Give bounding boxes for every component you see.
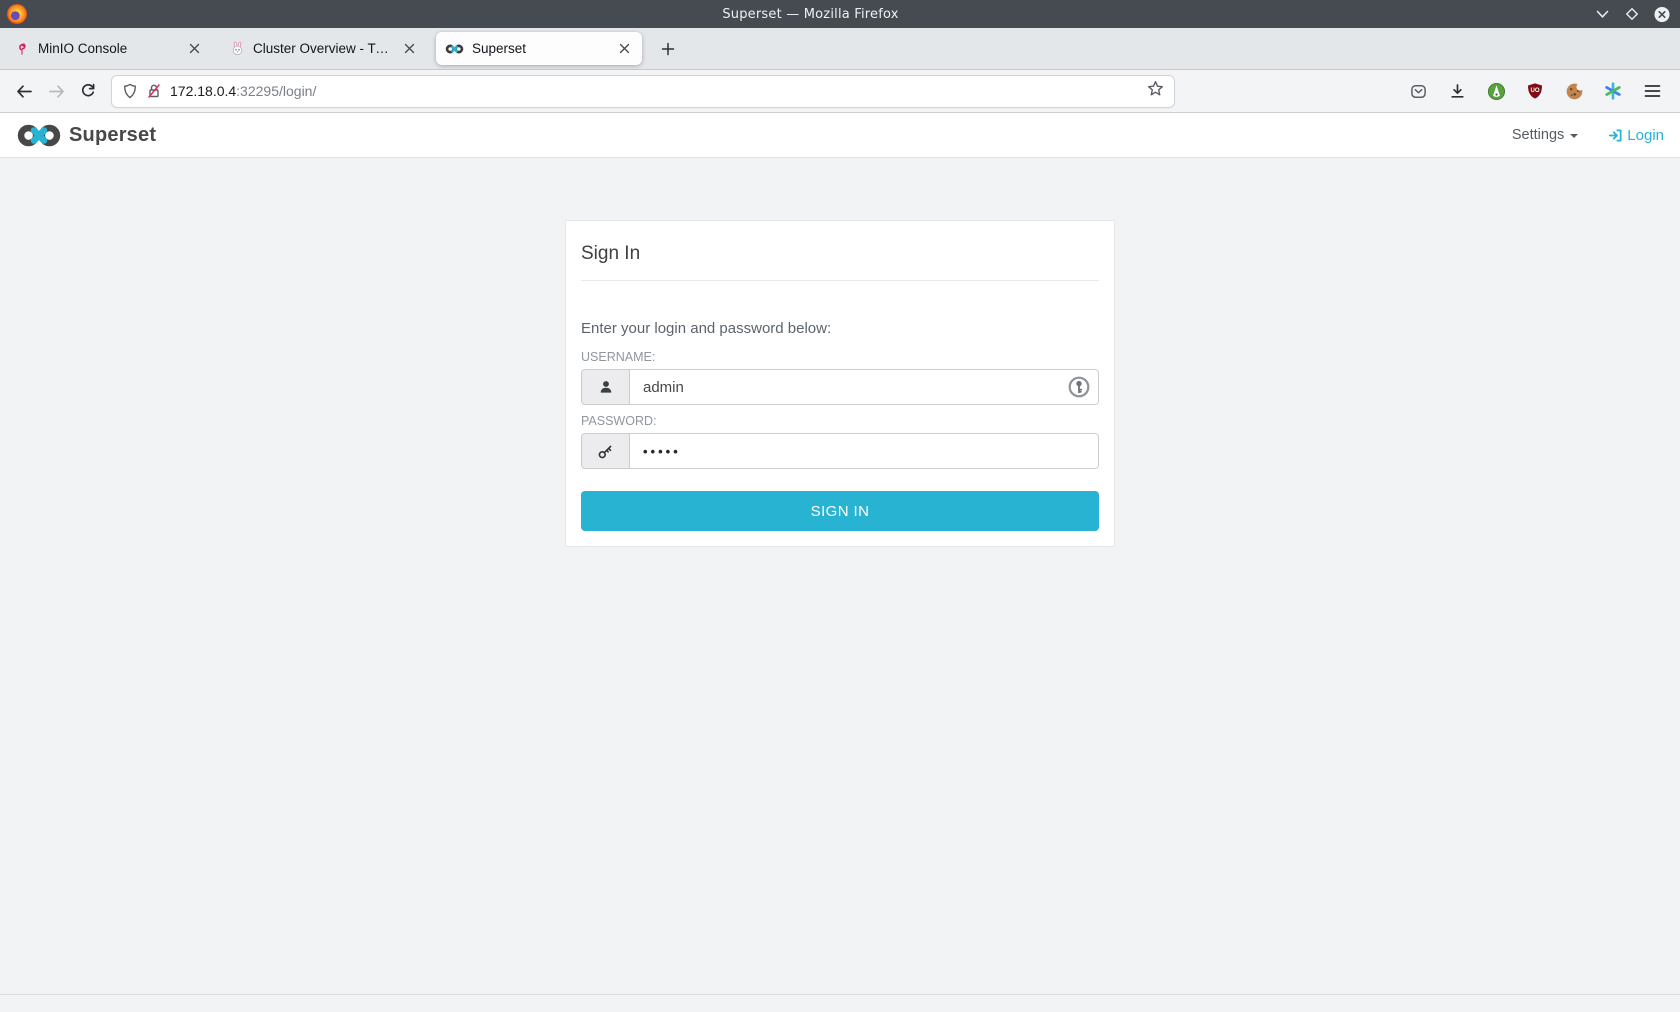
reload-icon (80, 83, 96, 99)
pocket-icon (1410, 83, 1427, 100)
tab-close-button[interactable] (400, 40, 418, 58)
password-addon (581, 433, 629, 469)
username-addon (581, 369, 629, 405)
privacy-badger-icon (1487, 82, 1506, 101)
reload-button[interactable] (72, 76, 104, 106)
window-close-button[interactable] (1654, 6, 1670, 22)
tab-cluster-overview-trino[interactable]: Cluster Overview - Trino (221, 32, 427, 65)
browser-toolbar: 172.18.0.4:32295/login/ (0, 70, 1680, 113)
settings-menu[interactable]: Settings (1512, 127, 1578, 143)
pocket-button[interactable] (1404, 77, 1432, 105)
svg-text:UO: UO (1530, 88, 1539, 94)
close-icon (1654, 6, 1670, 23)
username-input-group: admin (581, 369, 1099, 405)
url-text[interactable]: 172.18.0.4:32295/login/ (170, 83, 316, 99)
window-titlebar: Superset — Mozilla Firefox (0, 0, 1680, 28)
window-minimize-button[interactable] (1594, 6, 1610, 22)
card-title: Sign In (581, 236, 1099, 281)
back-arrow-icon (16, 84, 33, 99)
back-button[interactable] (8, 76, 40, 106)
brand-name: Superset (69, 124, 156, 147)
superset-navbar: Superset Settings Login (0, 113, 1680, 158)
tab-label: MinIO Console (38, 41, 177, 56)
username-label: USERNAME: (581, 350, 1099, 364)
bookmark-star-button[interactable] (1147, 80, 1164, 102)
tab-label: Superset (472, 41, 607, 56)
password-input[interactable]: ••••• (629, 433, 1099, 469)
cookie-extension-button[interactable] (1560, 77, 1588, 105)
privacy-badger-button[interactable] (1482, 77, 1510, 105)
app-menu-button[interactable] (1638, 77, 1666, 105)
sign-in-instructions: Enter your login and password below: (581, 320, 1099, 337)
window-title: Superset — Mozilla Firefox (27, 7, 1594, 22)
settings-label: Settings (1512, 127, 1564, 143)
tab-close-button[interactable] (185, 40, 203, 58)
superset-infinity-icon (445, 43, 464, 55)
asterisk-extension-icon (1604, 82, 1622, 100)
login-link[interactable]: Login (1608, 127, 1664, 144)
ublock-origin-icon: UO (1526, 82, 1544, 100)
close-icon (404, 43, 415, 54)
plus-icon (661, 42, 675, 56)
login-label: Login (1627, 127, 1664, 144)
superset-logo-icon (16, 122, 62, 149)
ublock-origin-button[interactable]: UO (1521, 77, 1549, 105)
sign-in-button[interactable]: SIGN IN (581, 491, 1099, 531)
insecure-lock-icon[interactable] (146, 83, 162, 99)
sign-in-icon (1608, 128, 1623, 143)
download-icon (1449, 83, 1466, 100)
password-manager-icon[interactable] (1068, 376, 1090, 403)
asterisk-extension-button[interactable] (1599, 77, 1627, 105)
chevron-down-icon (1570, 134, 1578, 138)
minio-flamingo-icon (15, 41, 30, 56)
trino-bunny-icon (230, 41, 245, 56)
page-content: Superset Settings Login Sign In Enter yo… (0, 113, 1680, 1012)
key-icon (597, 443, 614, 460)
downloads-button[interactable] (1443, 77, 1471, 105)
username-input[interactable]: admin (629, 369, 1099, 405)
tab-minio-console[interactable]: MinIO Console (6, 32, 212, 65)
tab-close-button[interactable] (615, 40, 633, 58)
password-input-group: ••••• (581, 433, 1099, 469)
shield-icon[interactable] (122, 83, 138, 99)
star-icon (1147, 80, 1164, 97)
password-label: PASSWORD: (581, 414, 1099, 428)
close-icon (189, 43, 200, 54)
forward-arrow-icon (48, 84, 65, 99)
firefox-logo-icon (7, 4, 27, 24)
url-path: :32295/login/ (236, 83, 316, 99)
forward-button[interactable] (40, 76, 72, 106)
hamburger-menu-icon (1644, 84, 1661, 98)
window-maximize-button[interactable] (1624, 6, 1640, 22)
page-footer-divider (0, 994, 1680, 995)
url-bar[interactable]: 172.18.0.4:32295/login/ (112, 76, 1174, 107)
superset-brand-link[interactable]: Superset (16, 122, 156, 149)
tab-label: Cluster Overview - Trino (253, 41, 392, 56)
password-masked-value: ••••• (643, 444, 681, 459)
user-icon (598, 379, 614, 395)
diamond-icon (1626, 8, 1638, 20)
sign-in-card: Sign In Enter your login and password be… (565, 220, 1115, 547)
close-icon (619, 43, 630, 54)
tab-strip: MinIO Console Cluster Overview - Trino S… (0, 28, 1680, 70)
url-host: 172.18.0.4 (170, 83, 236, 99)
tab-superset[interactable]: Superset (436, 32, 642, 65)
cookie-icon (1565, 82, 1584, 101)
new-tab-button[interactable] (655, 36, 681, 62)
chevron-down-icon (1596, 10, 1609, 19)
